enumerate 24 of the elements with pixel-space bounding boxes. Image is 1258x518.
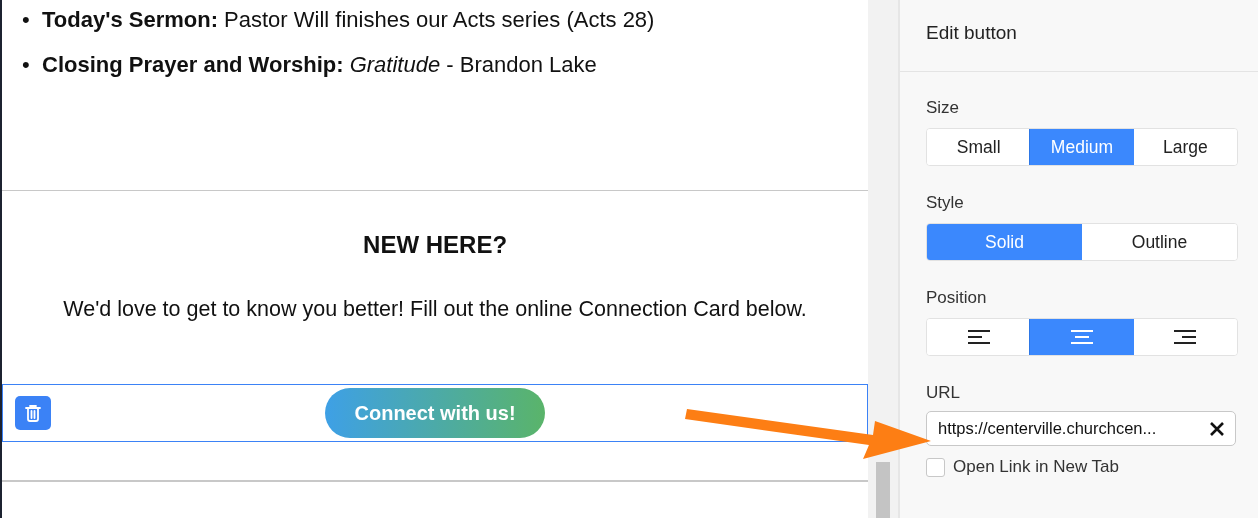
checkbox-label[interactable]: Open Link in New Tab [953, 457, 1119, 477]
section-paragraph: We'd love to get to know you better! Fill out the online Connection Card below. [62, 297, 808, 322]
delete-button[interactable] [15, 396, 51, 430]
clear-icon[interactable] [1209, 420, 1225, 437]
bullet-item: Today's Sermon: Pastor Will finishes our Acts series (Acts 28) [42, 6, 655, 34]
align-center-icon [1071, 330, 1093, 344]
style-option[interactable]: Outline [1082, 224, 1237, 260]
checkbox[interactable] [926, 457, 945, 477]
position-option[interactable] [1133, 319, 1237, 355]
trash-icon [25, 404, 41, 422]
panel-title: Edit button [900, 0, 1258, 72]
field-label: Style [926, 193, 965, 213]
size-option[interactable]: Large [1133, 129, 1237, 165]
field-label: Position [926, 288, 988, 308]
section-heading: NEW HERE? [362, 231, 509, 259]
field-label: URL [926, 383, 961, 403]
align-right-icon [1174, 330, 1197, 344]
align-left-icon [967, 330, 990, 344]
field-label: Size [926, 98, 961, 118]
url-field[interactable]: https://centerville.churchcen... [926, 411, 1236, 446]
scrollbar-thumb[interactable] [876, 462, 891, 518]
bullet-marker: • [22, 6, 31, 34]
bullet-item: Closing Prayer and Worship: Gratitude - Brandon Lake [42, 51, 597, 79]
bullet-marker: • [22, 51, 31, 79]
